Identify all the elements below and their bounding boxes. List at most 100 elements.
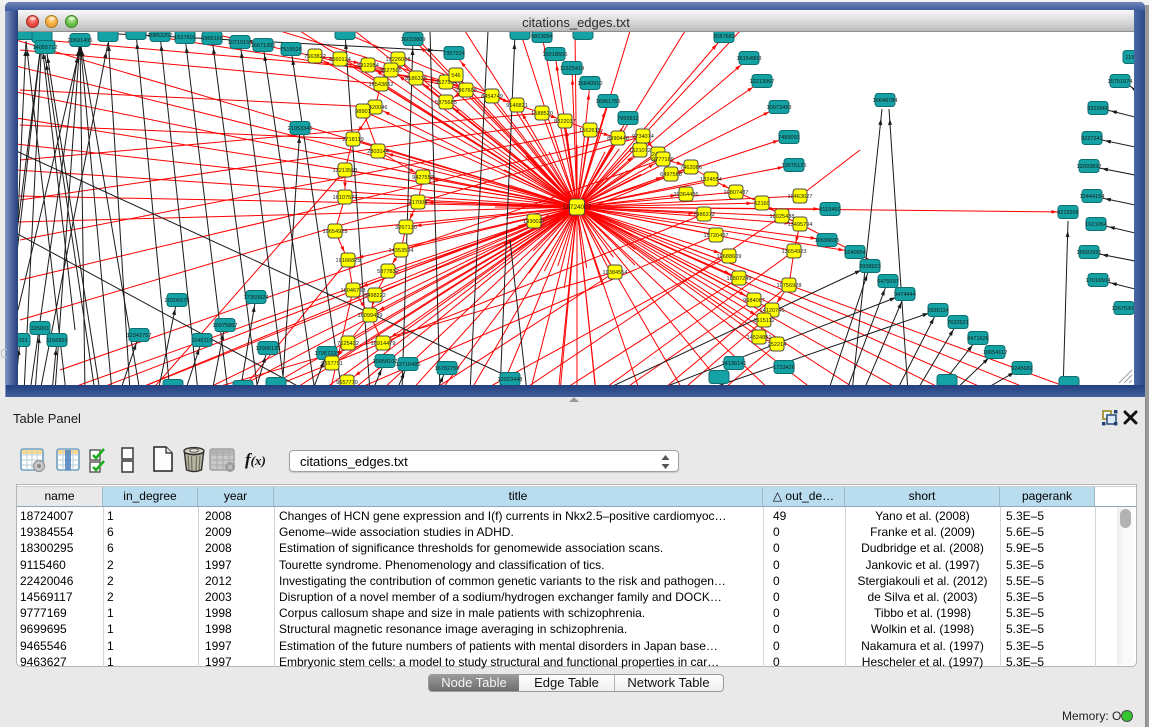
svg-text:5498222: 5498222 [364, 293, 386, 299]
svg-text:12923448: 12923448 [498, 377, 523, 383]
svg-text:7986372: 7986372 [693, 212, 715, 218]
svg-text:417004: 417004 [409, 200, 428, 206]
svg-text:1621064: 1621064 [1085, 222, 1107, 228]
svg-text:7625402: 7625402 [337, 341, 359, 347]
svg-text:2935114: 2935114 [927, 308, 948, 314]
svg-text:8322037: 8322037 [554, 119, 576, 125]
svg-text:10807487: 10807487 [724, 190, 749, 196]
svg-text:6966160: 6966160 [201, 36, 223, 42]
svg-text:16914479: 16914479 [371, 341, 396, 347]
svg-text:9657779: 9657779 [336, 380, 358, 385]
svg-text:10688609: 10688609 [717, 254, 742, 260]
svg-text:12905135: 12905135 [256, 346, 281, 352]
svg-text:9146821: 9146821 [506, 103, 528, 109]
svg-text:13975125: 13975125 [782, 163, 807, 169]
svg-text:18724007: 18724007 [563, 204, 592, 211]
svg-text:1527602: 1527602 [174, 35, 196, 41]
svg-text:12213967: 12213967 [750, 79, 775, 85]
svg-text:16107573: 16107573 [333, 195, 358, 201]
svg-text:19654925: 19654925 [323, 229, 348, 235]
svg-text:1588520: 1588520 [531, 111, 553, 117]
svg-text:98901: 98901 [355, 109, 371, 115]
svg-text:1733426: 1733426 [773, 365, 795, 371]
svg-text:12675308: 12675308 [1112, 306, 1134, 312]
svg-text:8938923: 8938923 [859, 264, 881, 270]
svg-text:8454749: 8454749 [481, 94, 503, 100]
svg-text:1156829: 1156829 [46, 338, 67, 344]
svg-text:10463627: 10463627 [788, 194, 813, 200]
svg-text:1621072: 1621072 [629, 148, 651, 154]
svg-text:14353594: 14353594 [389, 248, 414, 254]
svg-text:11325419: 11325419 [560, 66, 584, 72]
svg-text:8186328: 8186328 [405, 76, 427, 82]
svg-text:7955812: 7955812 [617, 116, 639, 122]
svg-text:19166825: 19166825 [336, 258, 361, 264]
svg-text:546: 546 [451, 73, 460, 79]
svg-text:9527505: 9527505 [380, 68, 402, 74]
svg-text:1824554: 1824554 [700, 177, 722, 183]
svg-text:17016504: 17016504 [1086, 278, 1111, 284]
svg-text:14524851: 14524851 [747, 335, 772, 341]
svg-text:8660124: 8660124 [329, 57, 351, 63]
svg-text:7515526: 7515526 [280, 47, 302, 53]
svg-text:5875685: 5875685 [435, 100, 457, 106]
svg-text:10973493: 10973493 [767, 105, 792, 111]
svg-text:39151: 39151 [18, 338, 28, 344]
svg-text:9227342: 9227342 [1081, 136, 1103, 142]
svg-text:252214: 252214 [768, 342, 787, 348]
svg-text:7632621: 7632621 [947, 320, 969, 326]
svg-text:8813054: 8813054 [531, 34, 553, 40]
svg-text:11578: 11578 [1125, 55, 1134, 61]
svg-text:9657791: 9657791 [321, 361, 343, 367]
svg-text:15720407: 15720407 [704, 233, 729, 239]
svg-text:8990448: 8990448 [607, 136, 629, 142]
svg-text:9684067: 9684067 [743, 298, 765, 304]
svg-text:10025438: 10025438 [770, 214, 795, 220]
svg-text:16961755: 16961755 [596, 99, 621, 105]
svg-text:14055712: 14055712 [33, 45, 58, 51]
svg-text:9734074: 9734074 [632, 134, 654, 140]
svg-text:10654112: 10654112 [983, 350, 1007, 356]
svg-text:10853257: 10853257 [148, 33, 173, 39]
svg-text:5877832: 5877832 [377, 269, 399, 275]
svg-text:16640910: 16640910 [578, 81, 603, 87]
svg-text:8912954: 8912954 [357, 63, 379, 69]
svg-text:9245682: 9245682 [1011, 366, 1033, 372]
svg-text:19384554: 19384554 [603, 270, 628, 276]
svg-text:16046768: 16046768 [341, 288, 366, 294]
svg-text:7663822: 7663822 [304, 54, 326, 60]
svg-text:20691406: 20691406 [68, 38, 93, 44]
svg-text:16033809: 16033809 [401, 37, 426, 43]
svg-text:20364436: 20364436 [674, 192, 699, 198]
svg-text:16671355: 16671355 [251, 43, 276, 49]
svg-text:16648784: 16648784 [873, 98, 898, 104]
svg-text:18807249: 18807249 [727, 276, 752, 282]
svg-text:8215958: 8215958 [1057, 210, 1079, 216]
svg-text:9329966: 9329966 [1087, 106, 1109, 112]
svg-text:1930027: 1930027 [523, 219, 545, 225]
svg-text:12213563: 12213563 [333, 168, 358, 174]
svg-text:16154808: 16154808 [737, 56, 762, 62]
svg-text:16099489: 16099489 [358, 313, 383, 319]
svg-text:1615112: 1615112 [753, 318, 774, 324]
svg-text:12342757: 12342757 [127, 333, 152, 339]
svg-text:12093832: 12093832 [1077, 164, 1102, 170]
svg-text:1562615: 1562615 [579, 128, 601, 134]
svg-text:13226058: 13226058 [386, 57, 411, 63]
svg-text:10756928: 10756928 [777, 283, 802, 289]
svg-text:2367608: 2367608 [455, 88, 477, 94]
svg-text:12444154: 12444154 [1080, 194, 1105, 200]
svg-text:17359924: 17359924 [244, 295, 269, 301]
svg-text:10699695: 10699695 [815, 238, 840, 244]
svg-text:7357224: 7357224 [443, 51, 465, 57]
svg-text:10719155: 10719155 [228, 40, 253, 46]
svg-text:9115460: 9115460 [819, 207, 840, 213]
svg-text:15692991: 15692991 [1077, 250, 1102, 256]
svg-text:16782759: 16782759 [435, 366, 460, 372]
svg-text:62160: 62160 [754, 201, 770, 207]
svg-text:16543862: 16543862 [369, 82, 394, 88]
svg-text:10958107: 10958107 [373, 359, 398, 365]
svg-text:15751074: 15751074 [1108, 79, 1133, 85]
svg-text:7485093: 7485093 [778, 135, 800, 141]
svg-text:7462066: 7462066 [680, 165, 702, 171]
